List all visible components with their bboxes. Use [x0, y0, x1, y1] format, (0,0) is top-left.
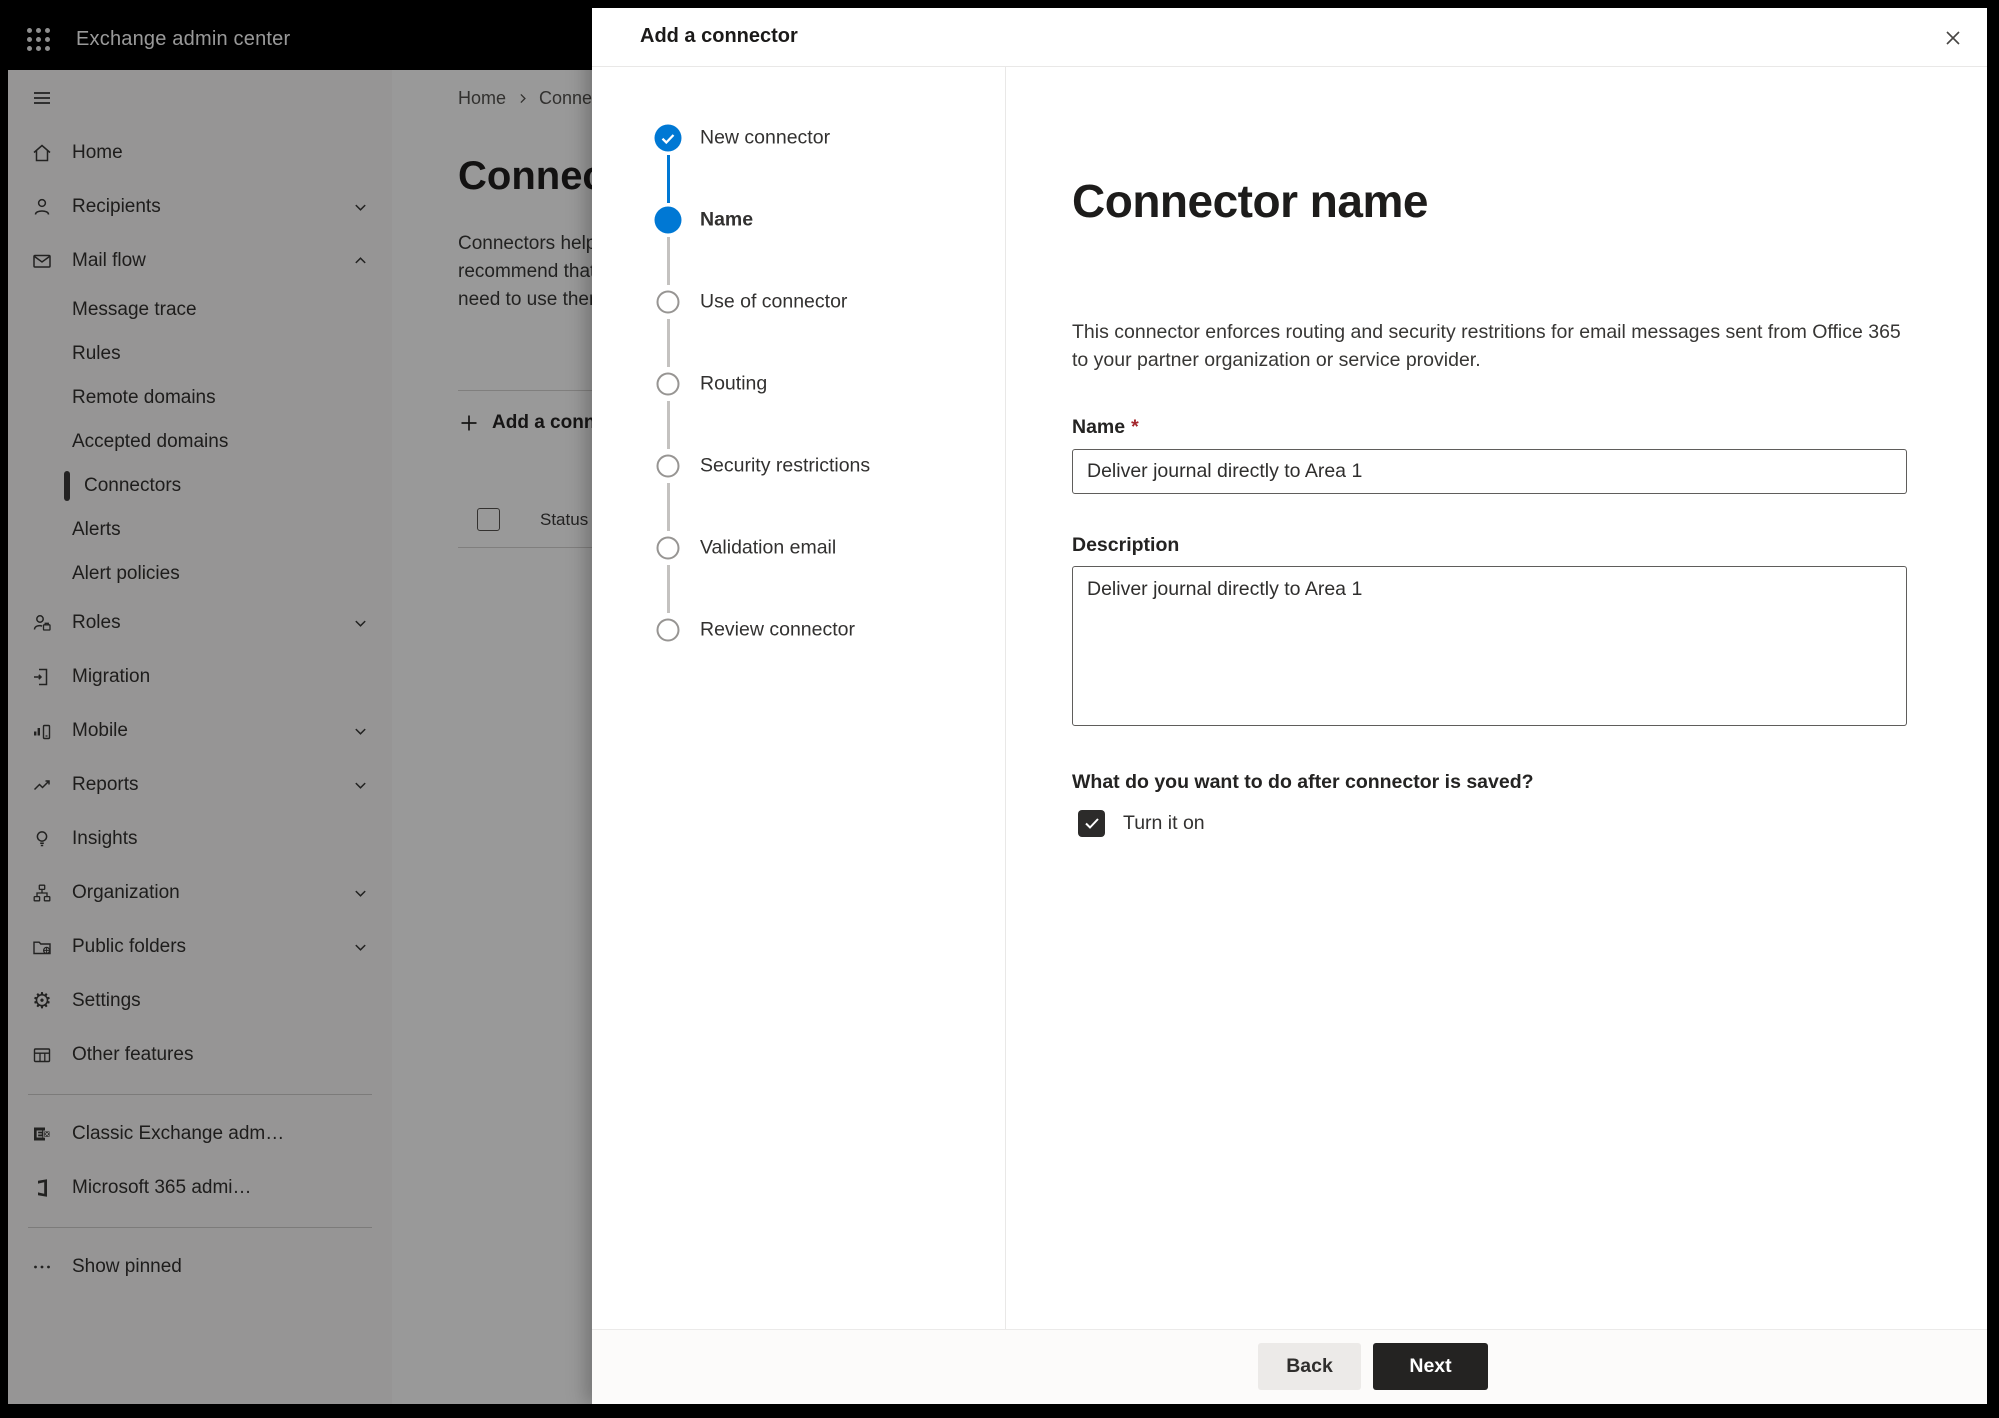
add-connector-modal: Add a connector New connector Name Use o… [592, 8, 1987, 1404]
description-field-label: Description [1072, 534, 1179, 557]
wizard-step-use-of-connector[interactable]: Use of connector [592, 284, 1004, 320]
step-description: This connector enforces routing and secu… [1072, 321, 1901, 371]
next-button[interactable]: Next [1373, 1343, 1488, 1390]
connector-name-input[interactable] [1072, 449, 1907, 494]
step-completed-icon [654, 124, 682, 152]
step-connector-line [666, 155, 670, 203]
turn-it-on-label: Turn it on [1123, 812, 1205, 834]
step-upcoming-icon [656, 618, 680, 642]
wizard-step-label: Name [700, 208, 754, 231]
wizard-step-label: Routing [700, 372, 768, 395]
step-connector-line [666, 237, 670, 285]
wizard-step-review-connector[interactable]: Review connector [592, 612, 1004, 648]
app-window: Exchange admin center Home Recipients Ma… [8, 8, 1987, 1404]
modal-title: Add a connector [640, 25, 798, 47]
step-heading: Connector name [1072, 175, 1428, 227]
step-upcoming-icon [656, 454, 680, 478]
step-upcoming-icon [656, 372, 680, 396]
step-connector-line [666, 565, 670, 613]
step-upcoming-icon [656, 536, 680, 560]
wizard-step-label: New connector [700, 126, 831, 149]
description-label-text: Description [1072, 534, 1180, 556]
step-connector-line [666, 401, 670, 449]
close-icon [1942, 27, 1964, 49]
required-asterisk: * [1131, 416, 1139, 438]
wizard-step-new-connector[interactable]: New connector [592, 120, 1004, 156]
wizard-step-label: Security restrictions [700, 454, 871, 477]
turn-it-on-checkbox[interactable] [1078, 810, 1105, 837]
close-button[interactable] [1935, 20, 1971, 56]
turn-it-on-option[interactable]: Turn it on [1078, 810, 1205, 837]
name-field-label: Name * [1072, 416, 1139, 439]
wizard-step-security-restrictions[interactable]: Security restrictions [592, 448, 1004, 484]
step-active-icon [654, 206, 682, 234]
after-save-question: What do you want to do after connector i… [1072, 771, 1534, 793]
step-connector-line [666, 483, 670, 531]
wizard-step-routing[interactable]: Routing [592, 366, 1004, 402]
wizard-step-name[interactable]: Name [592, 202, 1004, 238]
checkmark-icon [1084, 817, 1100, 830]
back-button[interactable]: Back [1258, 1343, 1361, 1390]
wizard-steps: New connector Name Use of connector Rout… [592, 66, 1006, 1330]
screenshot-frame: Exchange admin center Home Recipients Ma… [0, 0, 1999, 1418]
name-label-text: Name [1072, 416, 1126, 438]
step-connector-line [666, 319, 670, 367]
connector-description-textarea[interactable]: Deliver journal directly to Area 1 [1072, 566, 1907, 726]
wizard-step-label: Use of connector [700, 290, 848, 313]
wizard-step-label: Review connector [700, 618, 855, 641]
modal-footer: Back Next [592, 1329, 1987, 1404]
modal-body: Connector name This connector enforces r… [1072, 66, 1907, 1330]
wizard-step-label: Validation email [700, 536, 837, 559]
wizard-step-validation-email[interactable]: Validation email [592, 530, 1004, 566]
modal-header: Add a connector [592, 8, 1987, 67]
step-upcoming-icon [656, 290, 680, 314]
